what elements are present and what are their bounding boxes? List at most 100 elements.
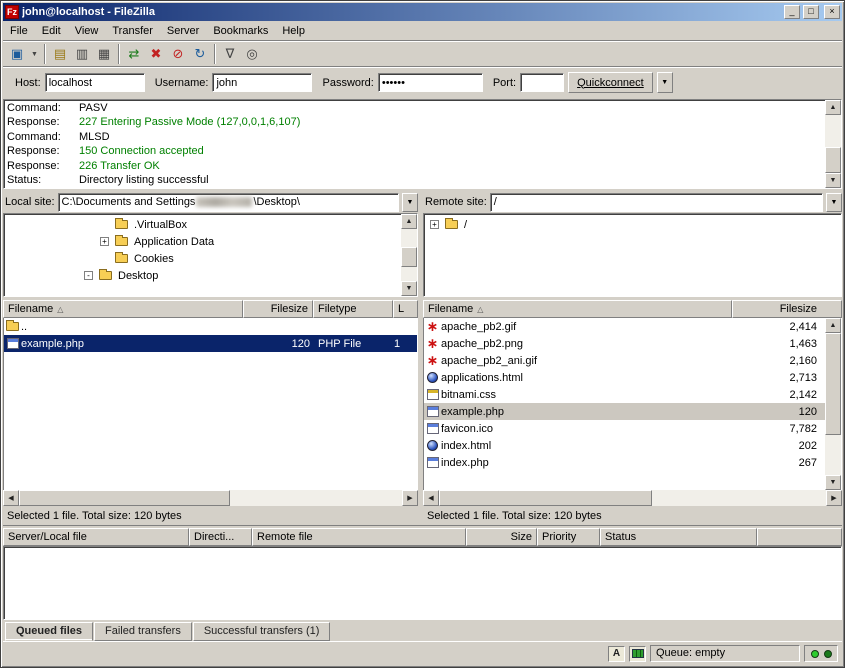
- close-button[interactable]: ×: [824, 5, 840, 19]
- queue-column-server-local-file[interactable]: Server/Local file: [3, 528, 189, 546]
- toggle-message-log-icon[interactable]: ▤: [49, 43, 71, 65]
- remote-site-combo[interactable]: /: [490, 193, 823, 212]
- sort-ascending-icon: △: [477, 305, 483, 314]
- toggle-treeviews-icon[interactable]: ▥: [71, 43, 93, 65]
- refresh-icon[interactable]: ⇄: [123, 43, 145, 65]
- local-list-horizontal-scrollbar[interactable]: ◀ ▶: [3, 490, 418, 506]
- tree-item-label: Desktop: [118, 270, 158, 282]
- scroll-down-icon[interactable]: ▼: [825, 173, 841, 188]
- queue-column-status[interactable]: Status: [600, 528, 757, 546]
- log-line: Response:227 Entering Passive Mode (127,…: [7, 115, 822, 129]
- site-manager-dropdown-icon[interactable]: ▼: [28, 43, 41, 65]
- username-input[interactable]: [212, 73, 312, 92]
- expand-icon[interactable]: +: [100, 237, 109, 246]
- menu-bar: File Edit View Transfer Server Bookmarks…: [3, 21, 842, 41]
- scrollbar-thumb[interactable]: [439, 490, 652, 506]
- column-label: Filename: [428, 303, 473, 315]
- remote-site-dropdown-icon[interactable]: ▼: [826, 193, 842, 212]
- file-row[interactable]: bitnami.css2,142: [424, 386, 825, 403]
- tree-item[interactable]: +Application Data: [4, 233, 401, 250]
- menu-transfer[interactable]: Transfer: [105, 23, 160, 39]
- local-site-dropdown-icon[interactable]: ▼: [402, 193, 418, 212]
- queue-list[interactable]: [3, 546, 842, 620]
- collapse-icon[interactable]: -: [84, 271, 93, 280]
- log-vertical-scrollbar[interactable]: ▲ ▼: [825, 100, 841, 188]
- host-input[interactable]: [45, 73, 145, 92]
- file-row[interactable]: index.php267: [424, 454, 825, 471]
- find-icon[interactable]: ◎: [241, 43, 263, 65]
- queue-column-size[interactable]: Size: [466, 528, 537, 546]
- scrollbar-track[interactable]: [19, 490, 402, 506]
- menu-help[interactable]: Help: [275, 23, 312, 39]
- local-tree-vertical-scrollbar[interactable]: ▲ ▼: [401, 214, 417, 296]
- column-header-filename[interactable]: Filename△: [3, 300, 243, 318]
- tree-item[interactable]: .VirtualBox: [4, 216, 401, 233]
- expand-icon[interactable]: +: [430, 220, 439, 229]
- tree-item[interactable]: - Desktop: [4, 267, 401, 284]
- scroll-left-icon[interactable]: ◀: [423, 490, 439, 506]
- minimize-button[interactable]: _: [784, 5, 800, 19]
- quickconnect-button[interactable]: Quickconnect: [568, 72, 653, 93]
- file-row[interactable]: index.html202: [424, 437, 825, 454]
- scroll-down-icon[interactable]: ▼: [825, 475, 841, 490]
- remote-list-horizontal-scrollbar[interactable]: ◀ ▶: [423, 490, 842, 506]
- queue-column-priority[interactable]: Priority: [537, 528, 600, 546]
- scroll-right-icon[interactable]: ▶: [402, 490, 418, 506]
- tree-item[interactable]: Cookies: [4, 250, 401, 267]
- scroll-right-icon[interactable]: ▶: [826, 490, 842, 506]
- toggle-queue-icon[interactable]: ▦: [93, 43, 115, 65]
- queue-column-remote-file[interactable]: Remote file: [252, 528, 466, 546]
- menu-server[interactable]: Server: [160, 23, 206, 39]
- quickconnect-dropdown-icon[interactable]: ▼: [657, 72, 673, 93]
- site-manager-icon[interactable]: ▣: [6, 43, 28, 65]
- selection-status-row: Selected 1 file. Total size: 120 bytes S…: [3, 506, 842, 526]
- tree-item[interactable]: +/: [424, 216, 841, 233]
- scrollbar-thumb[interactable]: [825, 147, 841, 173]
- scroll-up-icon[interactable]: ▲: [401, 214, 417, 229]
- file-row-selected[interactable]: example.php 120 PHP File 1: [4, 335, 417, 352]
- scroll-up-icon[interactable]: ▲: [825, 100, 841, 115]
- scroll-left-icon[interactable]: ◀: [3, 490, 19, 506]
- file-row[interactable]: apache_pb2.gif2,414: [424, 318, 825, 335]
- file-row-parent-dir[interactable]: ..: [4, 318, 417, 335]
- file-row[interactable]: apache_pb2_ani.gif2,160: [424, 352, 825, 369]
- scrollbar-track[interactable]: [439, 490, 826, 506]
- file-size: 2,142: [731, 389, 825, 401]
- scroll-up-icon[interactable]: ▲: [825, 318, 841, 333]
- local-site-combo[interactable]: C:\Documents and Settings\Desktop\: [58, 193, 399, 212]
- scrollbar-thumb[interactable]: [401, 247, 417, 267]
- file-row[interactable]: applications.html2,713: [424, 369, 825, 386]
- port-input[interactable]: [520, 73, 564, 92]
- abort-icon[interactable]: ✖: [145, 43, 167, 65]
- scroll-down-icon[interactable]: ▼: [401, 281, 417, 296]
- queue-column-direction[interactable]: Directi...: [189, 528, 252, 546]
- password-input[interactable]: [378, 73, 483, 92]
- scrollbar-track[interactable]: [825, 115, 841, 173]
- disconnect-icon[interactable]: ⊘: [167, 43, 189, 65]
- remote-list-vertical-scrollbar[interactable]: ▲ ▼: [825, 318, 841, 490]
- scrollbar-track[interactable]: [401, 229, 417, 281]
- scrollbar-thumb[interactable]: [825, 333, 841, 435]
- filter-icon[interactable]: ∇: [219, 43, 241, 65]
- reconnect-icon[interactable]: ↻: [189, 43, 211, 65]
- menu-view[interactable]: View: [68, 23, 106, 39]
- column-header-filesize[interactable]: Filesize: [243, 300, 313, 318]
- column-header-filename[interactable]: Filename △: [423, 300, 732, 318]
- scrollbar-thumb[interactable]: [19, 490, 230, 506]
- tab-queued-files[interactable]: Queued files: [5, 622, 93, 641]
- scrollbar-track[interactable]: [825, 333, 841, 475]
- column-header-filesize[interactable]: Filesize: [732, 300, 842, 318]
- maximize-button[interactable]: □: [803, 5, 819, 19]
- column-header-filetype[interactable]: Filetype: [313, 300, 393, 318]
- tab-successful-transfers[interactable]: Successful transfers (1): [193, 622, 331, 641]
- menu-file[interactable]: File: [3, 23, 35, 39]
- file-row-selected[interactable]: example.php120: [424, 403, 825, 420]
- menu-bookmarks[interactable]: Bookmarks: [206, 23, 275, 39]
- menu-edit[interactable]: Edit: [35, 23, 68, 39]
- column-header-lastmodified[interactable]: L: [393, 300, 418, 318]
- file-name: ..: [21, 321, 27, 333]
- tab-failed-transfers[interactable]: Failed transfers: [94, 622, 192, 641]
- file-row[interactable]: favicon.ico7,782: [424, 420, 825, 437]
- file-modified: 1: [394, 338, 417, 350]
- file-row[interactable]: apache_pb2.png1,463: [424, 335, 825, 352]
